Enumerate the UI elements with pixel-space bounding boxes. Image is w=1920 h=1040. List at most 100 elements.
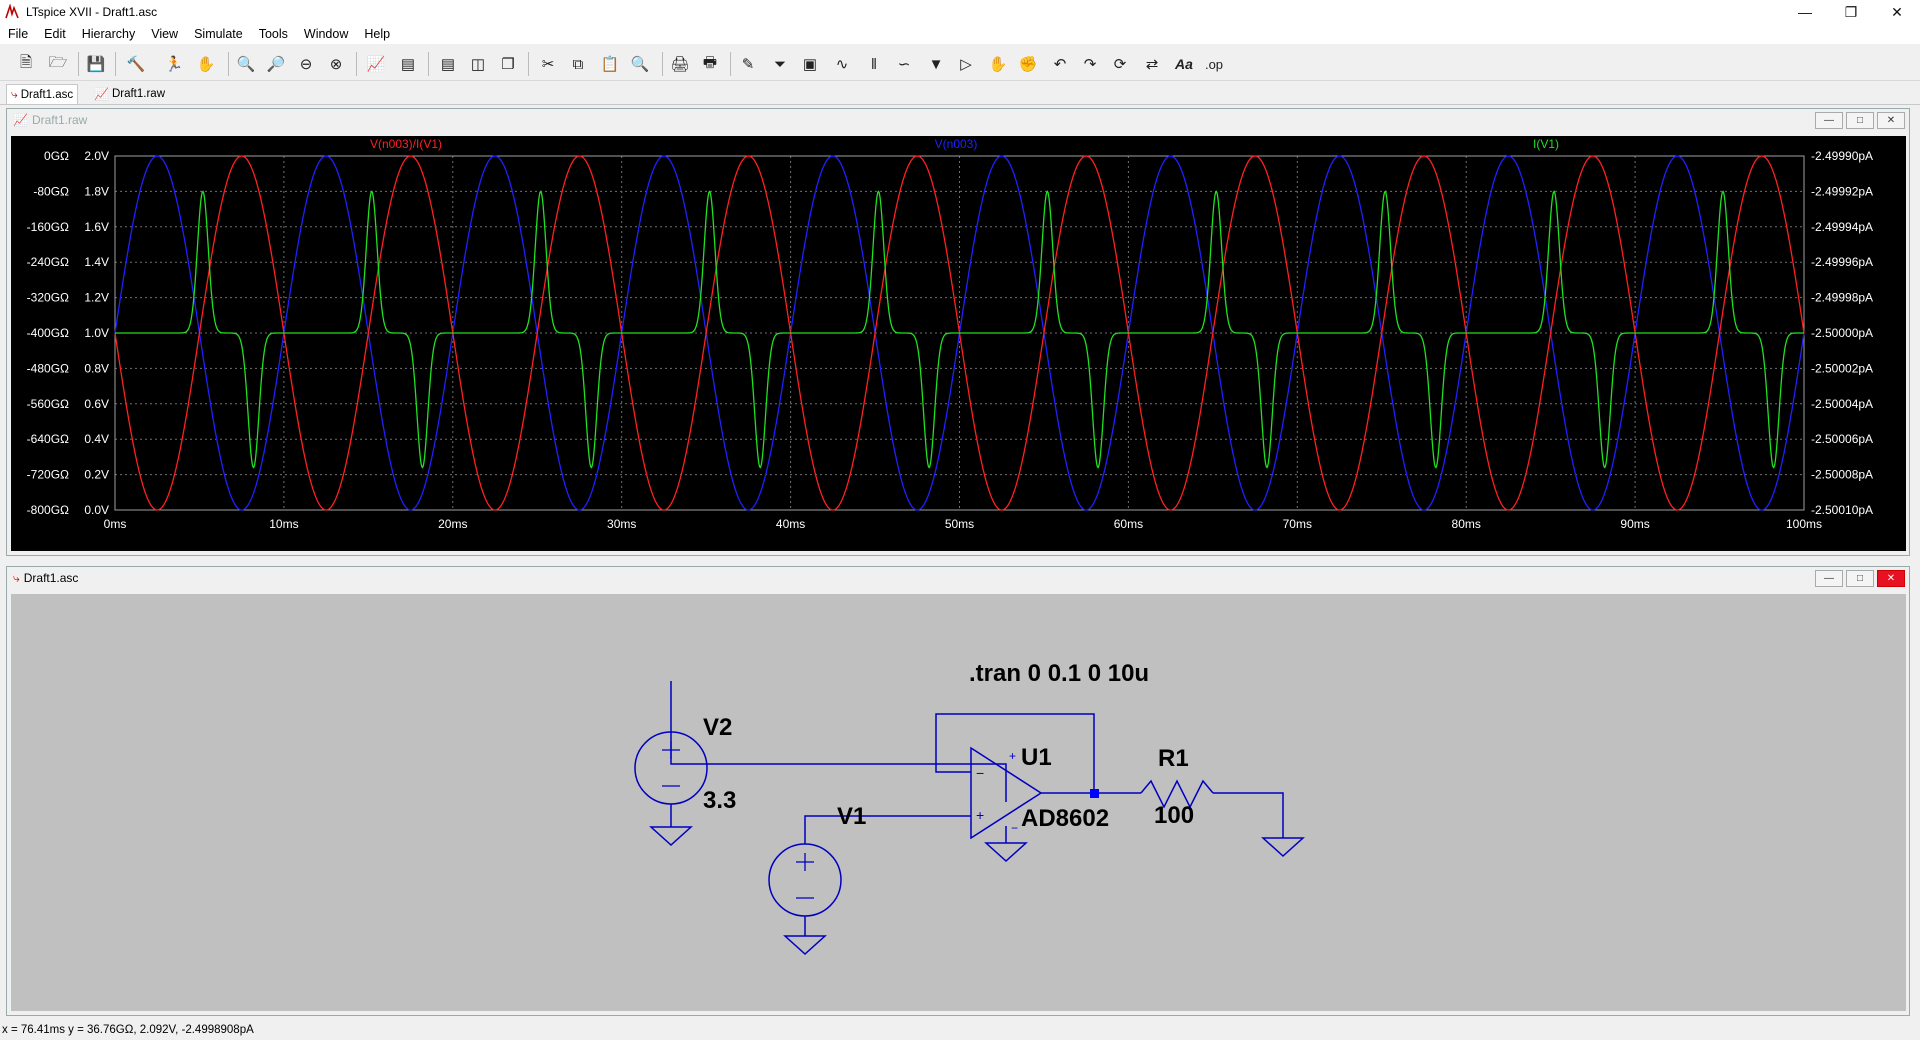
- undo-icon[interactable]: ↶: [1048, 52, 1072, 76]
- schematic-drawing[interactable]: − + + − .tran 0 0.1 0 10u V2 3.3 V1 U1 A…: [11, 594, 1906, 1011]
- y-left-tick-label: -800GΩ: [27, 503, 69, 517]
- ground-symbol-v2[interactable]: [649, 826, 693, 847]
- r1-value-label[interactable]: 100: [1154, 802, 1194, 829]
- x-tick-label: 100ms: [1786, 517, 1822, 531]
- u1-value-label[interactable]: AD8602: [1021, 805, 1109, 832]
- x-tick-label: 60ms: [1114, 517, 1143, 531]
- menu-help[interactable]: Help: [356, 27, 398, 41]
- menu-edit[interactable]: Edit: [36, 27, 74, 41]
- pin-vplus-label: +: [1009, 749, 1016, 763]
- schematic-maximize-button[interactable]: □: [1846, 570, 1874, 587]
- copy-icon[interactable]: ⧉: [566, 52, 590, 76]
- y-mid-tick-label: 0.0V: [84, 503, 109, 517]
- mirror-icon[interactable]: ⇄: [1140, 52, 1164, 76]
- tile-horizontal-icon[interactable]: ▤: [436, 52, 460, 76]
- schematic-window-titlebar[interactable]: ⤷ Draft1.asc — □ ✕: [7, 567, 1909, 589]
- y-left-tick-label: -80GΩ: [33, 184, 69, 198]
- pin-minus-label: −: [976, 765, 984, 781]
- ground-symbol-u1[interactable]: [984, 842, 1028, 863]
- schematic-close-button[interactable]: ✕: [1877, 570, 1905, 587]
- halt-icon[interactable]: ✋: [194, 52, 218, 76]
- control-panel-icon[interactable]: 🔨: [124, 52, 148, 76]
- menu-file[interactable]: File: [0, 27, 36, 41]
- capacitor-icon[interactable]: ‖: [862, 52, 886, 76]
- v2-value-label[interactable]: 3.3: [703, 787, 736, 814]
- toolbar: 🗎 🗁 💾 🔨 🏃 ✋ 🔍 🔎 ⊖ ⊗ 📈 ▤ ▤ ◫ ❐ ✂ ⧉ 📋 🔍 🖨 …: [0, 46, 1920, 81]
- inductor-icon[interactable]: ∽: [892, 52, 916, 76]
- menu-window[interactable]: Window: [296, 27, 356, 41]
- trace-label-voltage[interactable]: V(n003): [935, 137, 978, 151]
- pin-plus-label: +: [976, 807, 984, 823]
- save-icon[interactable]: 💾: [84, 52, 108, 76]
- y-right-tick-label: -2.50008pA: [1811, 468, 1873, 482]
- move-icon[interactable]: ✋: [986, 52, 1010, 76]
- waveform-maximize-button[interactable]: □: [1846, 112, 1874, 129]
- spice-directive-text[interactable]: .tran 0 0.1 0 10u: [969, 660, 1149, 687]
- waveform-minimize-button[interactable]: —: [1815, 112, 1843, 129]
- wire-v1-noninv[interactable]: [804, 815, 971, 844]
- autorange-icon[interactable]: 📈: [364, 52, 388, 76]
- wire-v2-supply[interactable]: [670, 681, 1007, 802]
- resistor-icon[interactable]: ∿: [830, 52, 854, 76]
- u1-name-label[interactable]: U1: [1021, 744, 1052, 771]
- minimize-button[interactable]: —: [1782, 0, 1828, 24]
- redo-icon[interactable]: ↷: [1078, 52, 1102, 76]
- new-schematic-icon[interactable]: 🗎: [14, 52, 38, 76]
- run-icon[interactable]: 🏃: [162, 52, 186, 76]
- draw-wire-icon[interactable]: ✎: [736, 52, 760, 76]
- menu-hierarchy[interactable]: Hierarchy: [74, 27, 144, 41]
- spice-directive-icon[interactable]: .op: [1202, 52, 1226, 76]
- label-net-icon[interactable]: ▣: [798, 52, 822, 76]
- waveform-window-titlebar[interactable]: 📈 Draft1.raw — □ ✕: [7, 109, 1909, 131]
- print-icon[interactable]: 🖨: [668, 52, 692, 76]
- wire-r1-ground[interactable]: [1213, 792, 1284, 838]
- y-mid-tick-label: 0.6V: [84, 397, 109, 411]
- y-mid-tick-label: 1.8V: [84, 184, 109, 198]
- zoom-out-icon[interactable]: ⊖: [294, 52, 318, 76]
- close-button[interactable]: ✕: [1874, 0, 1920, 24]
- print-setup-icon[interactable]: 🖶: [698, 52, 722, 76]
- schematic-minimize-button[interactable]: —: [1815, 570, 1843, 587]
- rotate-icon[interactable]: ⟳: [1108, 52, 1132, 76]
- visible-traces-icon[interactable]: ▤: [396, 52, 420, 76]
- paste-icon[interactable]: 📋: [598, 52, 622, 76]
- drag-icon[interactable]: ✊: [1016, 52, 1040, 76]
- waveform-plot[interactable]: V(n003)/I(V1) V(n003) I(V1) 0GΩ 2.0V -2.49…: [11, 136, 1906, 551]
- trace-label-current[interactable]: I(V1): [1533, 137, 1559, 151]
- tile-vertical-icon[interactable]: ◫: [466, 52, 490, 76]
- component-icon[interactable]: ▷: [954, 52, 978, 76]
- find-icon[interactable]: 🔍: [628, 52, 652, 76]
- x-tick-label: 0ms: [104, 517, 127, 531]
- zoom-pan-icon[interactable]: 🔎: [264, 52, 288, 76]
- schematic-canvas[interactable]: − + + − .tran 0 0.1 0 10u V2 3.3 V1 U1 A…: [11, 594, 1906, 1011]
- tab-draft1-asc[interactable]: ⤷ Draft1.asc: [6, 84, 79, 104]
- schematic-window: ⤷ Draft1.asc — □ ✕ − + + − .tran 0 0.1 0…: [6, 566, 1910, 1016]
- restore-button[interactable]: ❐: [1828, 0, 1874, 24]
- open-icon[interactable]: 🗁: [46, 52, 70, 76]
- ground-symbol-v1[interactable]: [783, 935, 827, 956]
- zoom-fit-icon[interactable]: ⊗: [324, 52, 348, 76]
- waveform-plot-area[interactable]: V(n003)/I(V1) V(n003) I(V1) 0GΩ 2.0V -2.49…: [11, 136, 1906, 551]
- diode-icon[interactable]: ▼: [924, 52, 948, 76]
- zoom-in-icon[interactable]: 🔍: [234, 52, 258, 76]
- ground-symbol-r1[interactable]: [1261, 837, 1305, 858]
- text-icon[interactable]: Aa: [1172, 52, 1196, 76]
- r1-name-label[interactable]: R1: [1158, 745, 1189, 772]
- ground-icon[interactable]: ⏷: [768, 52, 792, 76]
- ltspice-app-icon: [5, 4, 19, 19]
- menu-simulate[interactable]: Simulate: [186, 27, 251, 41]
- document-tabs: ⤷ Draft1.asc 📈 Draft1.raw: [0, 82, 1920, 105]
- waveform-close-button[interactable]: ✕: [1877, 112, 1905, 129]
- v2-name-label[interactable]: V2: [703, 714, 732, 741]
- trace-label-ratio[interactable]: V(n003)/I(V1): [370, 137, 442, 151]
- menu-tools[interactable]: Tools: [251, 27, 296, 41]
- menu-view[interactable]: View: [143, 27, 186, 41]
- output-node-marker[interactable]: [1090, 789, 1099, 798]
- cut-icon[interactable]: ✂: [536, 52, 560, 76]
- y-left-tick-label: -400GΩ: [27, 326, 69, 340]
- toolbar-separator: [528, 52, 529, 76]
- cascade-icon[interactable]: ❐: [496, 52, 520, 76]
- waveform-window-icon: 📈: [13, 113, 28, 127]
- tab-draft1-raw[interactable]: 📈 Draft1.raw: [90, 84, 169, 103]
- v1-name-label[interactable]: V1: [837, 803, 866, 830]
